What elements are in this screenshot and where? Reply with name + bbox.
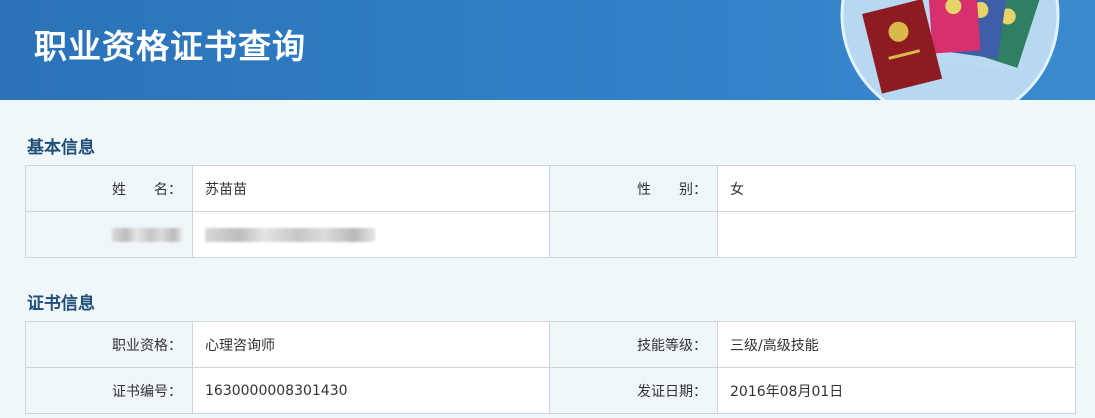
table-row: 职业资格： 心理咨询师 技能等级： 三级/高级技能	[25, 321, 1076, 368]
page-header: 职业资格证书查询	[0, 0, 1095, 100]
certificate-books-illustration	[840, 0, 1060, 100]
name-label: 姓 名：	[25, 165, 193, 212]
table-row	[25, 211, 1076, 258]
skill-level-label: 技能等级：	[549, 321, 718, 368]
table-row: 姓 名： 苏苗苗 性 别： 女	[25, 165, 1076, 212]
certificate-info-table: 职业资格： 心理咨询师 技能等级： 三级/高级技能 证书编号： 16300000…	[25, 321, 1076, 414]
redacted-label	[25, 211, 193, 258]
name-value: 苏苗苗	[192, 165, 550, 212]
cert-no-value: 1630000008301430	[192, 367, 550, 414]
gender-value: 女	[717, 165, 1076, 212]
skill-level-value: 三级/高级技能	[717, 321, 1076, 368]
empty-label-cell	[549, 211, 718, 258]
basic-info-section-title: 基本信息	[27, 138, 95, 158]
issue-date-value: 2016年08月01日	[717, 367, 1076, 414]
issue-date-label: 发证日期：	[549, 367, 718, 414]
qualification-value: 心理咨询师	[192, 321, 550, 368]
certificate-info-section-title: 证书信息	[27, 294, 95, 314]
cert-no-label: 证书编号：	[25, 367, 193, 414]
redacted-value	[192, 211, 550, 258]
table-row: 证书编号： 1630000008301430 发证日期： 2016年08月01日	[25, 367, 1076, 414]
page-title: 职业资格证书查询	[34, 27, 306, 66]
empty-value-cell	[717, 211, 1076, 258]
basic-info-table: 姓 名： 苏苗苗 性 别： 女	[25, 165, 1076, 258]
gender-label: 性 别：	[549, 165, 718, 212]
qualification-label: 职业资格：	[25, 321, 193, 368]
